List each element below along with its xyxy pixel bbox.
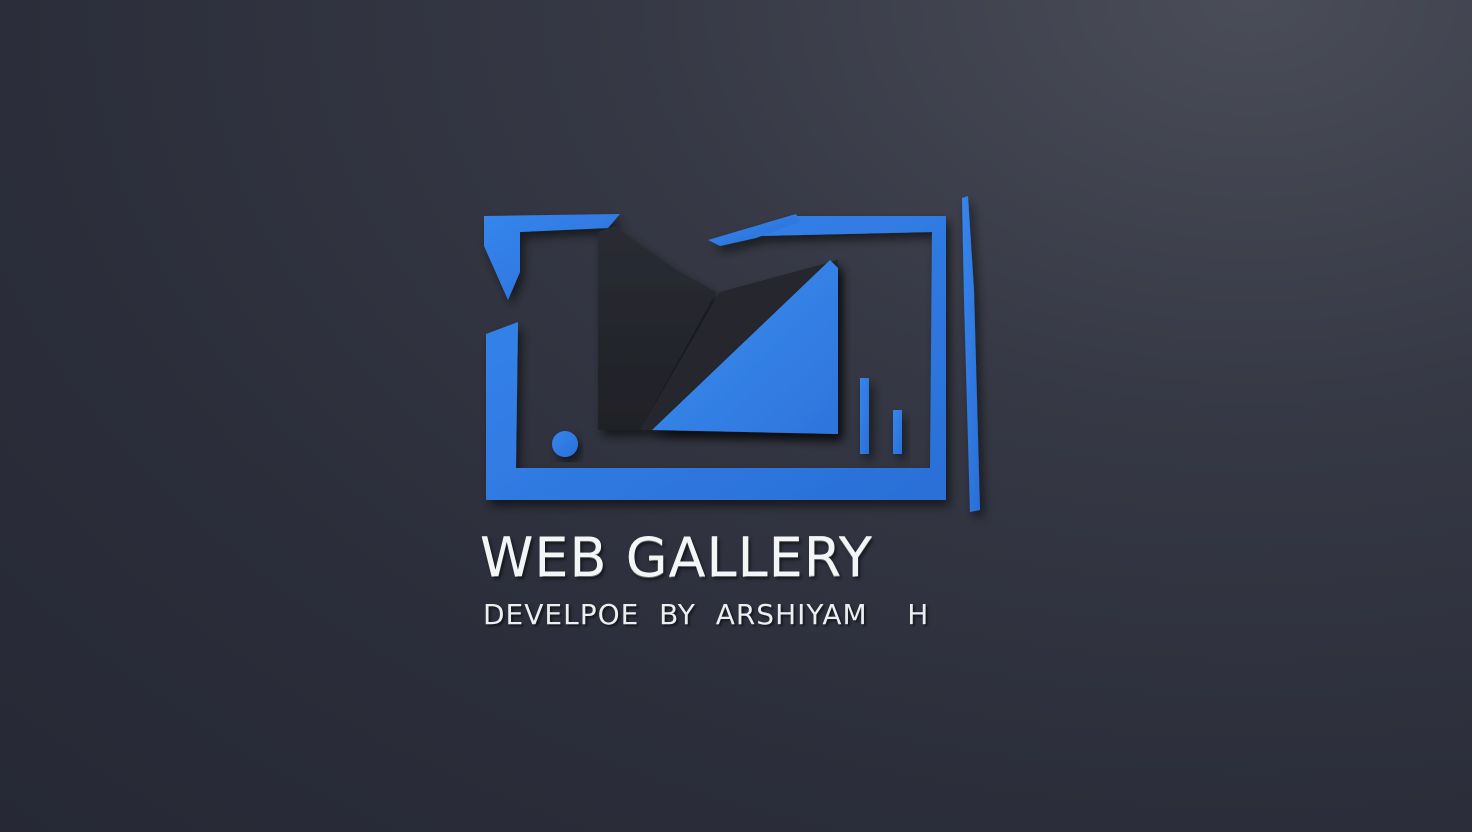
image-gallery-frame-icon <box>484 196 980 512</box>
sun-dot <box>552 431 578 457</box>
logo-canvas: WEB GALLERY DEVELPOE BY ARSHIYAM H <box>0 0 1472 832</box>
brand-subtitle: DEVELPOE BY ARSHIYAM H <box>483 598 930 631</box>
brand-title: WEB GALLERY <box>480 526 873 589</box>
bar-marks <box>860 378 902 454</box>
